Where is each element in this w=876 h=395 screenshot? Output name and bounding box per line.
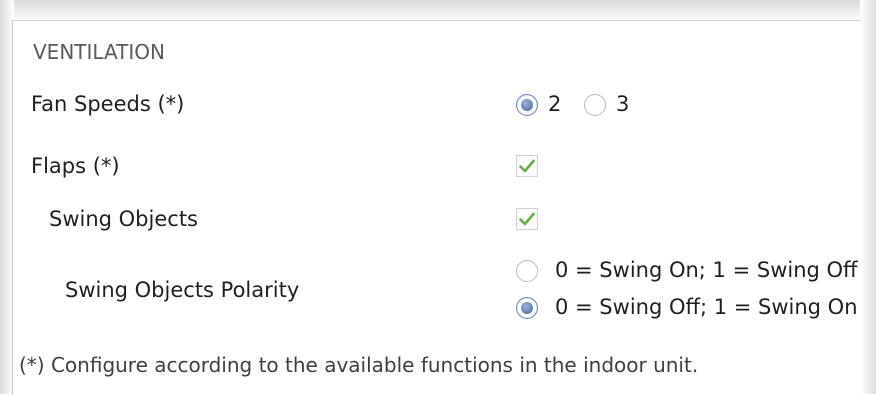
checkmark-icon xyxy=(519,212,535,226)
ventilation-panel: VENTILATION Fan Speeds (*) 2 3 Flaps (*)… xyxy=(12,20,861,395)
polarity-option-1-label[interactable]: 0 = Swing On; 1 = Swing Off xyxy=(555,257,858,283)
swing-objects-label: Swing Objects xyxy=(49,207,198,231)
flaps-checkbox[interactable] xyxy=(516,155,538,177)
swing-objects-checkbox[interactable] xyxy=(516,208,538,230)
flaps-label: Flaps (*) xyxy=(31,154,120,178)
swing-polarity-label: Swing Objects Polarity xyxy=(65,278,300,302)
fan-speed-2-radio[interactable] xyxy=(516,94,538,116)
polarity-option-2-label[interactable]: 0 = Swing Off; 1 = Swing On xyxy=(555,294,858,320)
section-title: VENTILATION xyxy=(33,40,165,64)
checkmark-icon xyxy=(519,159,535,173)
dialog-frame: VENTILATION Fan Speeds (*) 2 3 Flaps (*)… xyxy=(0,0,876,395)
polarity-option-1-radio[interactable] xyxy=(516,260,538,282)
fan-speed-3-label[interactable]: 3 xyxy=(616,91,629,117)
fan-speeds-label: Fan Speeds (*) xyxy=(31,92,185,116)
polarity-option-2-radio[interactable] xyxy=(516,297,538,319)
footnote: (*) Configure according to the available… xyxy=(19,353,699,377)
fan-speed-2-label[interactable]: 2 xyxy=(548,91,561,117)
frame-shadow-top xyxy=(0,0,876,22)
frame-shadow-right xyxy=(860,0,876,394)
fan-speed-3-radio[interactable] xyxy=(584,94,606,116)
